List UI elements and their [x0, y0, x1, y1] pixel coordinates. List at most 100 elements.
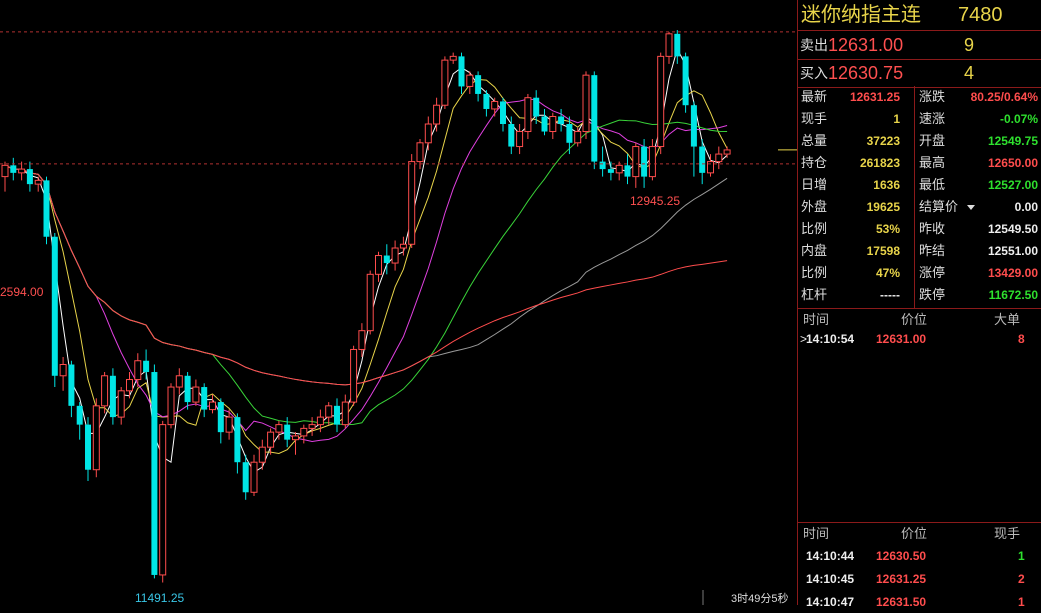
- candle-body[interactable]: [284, 424, 291, 440]
- candle-body[interactable]: [524, 97, 532, 133]
- candle-body[interactable]: [325, 405, 333, 418]
- candle-body[interactable]: [449, 55, 457, 61]
- candlestick-chart[interactable]: 12945.25 2594.00 11491.25 3时49分5秒: [0, 0, 797, 605]
- candle-body[interactable]: [475, 75, 482, 94]
- candle-body[interactable]: [201, 387, 208, 410]
- buy-order-row[interactable]: 买入 12630.75 4: [798, 59, 1041, 88]
- candle-body[interactable]: [26, 169, 33, 185]
- candle-body[interactable]: [665, 33, 673, 57]
- candle-body[interactable]: [134, 360, 142, 381]
- candle-body[interactable]: [34, 179, 42, 185]
- candle-body[interactable]: [341, 401, 349, 426]
- candle-body[interactable]: [234, 417, 241, 463]
- candle-body[interactable]: [109, 375, 116, 418]
- candle-body[interactable]: [275, 424, 283, 433]
- trade-row[interactable]: 14:10:47 12631.50 1: [798, 591, 1041, 613]
- candle-body[interactable]: [51, 236, 58, 376]
- candle-body[interactable]: [441, 59, 449, 106]
- candle-body[interactable]: [641, 146, 648, 177]
- candle-body[interactable]: [558, 116, 565, 125]
- candle-body[interactable]: [500, 101, 506, 125]
- candle-body[interactable]: [632, 146, 640, 178]
- candle-body[interactable]: [607, 169, 614, 173]
- candle-body[interactable]: [723, 149, 731, 155]
- candle-body[interactable]: [491, 100, 499, 110]
- candle-body[interactable]: [582, 74, 590, 133]
- candle-body[interactable]: [117, 390, 125, 418]
- candle-body[interactable]: [433, 104, 441, 125]
- candle-body[interactable]: [508, 124, 515, 147]
- candle-body[interactable]: [10, 165, 17, 173]
- quote-value-left: 261823: [859, 156, 900, 170]
- buy-volume: 4: [964, 63, 975, 83]
- candle-body[interactable]: [533, 97, 540, 117]
- sell-order-row[interactable]: 卖出 12631.00 9: [798, 31, 1041, 60]
- candle-body[interactable]: [466, 74, 474, 87]
- candle-body[interactable]: [167, 386, 175, 426]
- candle-body[interactable]: [715, 153, 723, 163]
- candle-body[interactable]: [574, 131, 582, 144]
- candle-body[interactable]: [690, 105, 697, 147]
- candle-body[interactable]: [1, 164, 9, 178]
- candle-body[interactable]: [416, 142, 424, 163]
- candle-body[interactable]: [458, 56, 465, 87]
- quote-row: 持仓 261823 最高 12650.00: [798, 152, 1041, 174]
- candle-body[interactable]: [657, 55, 665, 148]
- candle-body[interactable]: [292, 435, 299, 441]
- candle-body[interactable]: [76, 405, 83, 425]
- candle-body[interactable]: [225, 416, 233, 433]
- candle-body[interactable]: [68, 364, 75, 406]
- candle-body[interactable]: [250, 461, 258, 493]
- candle-body[interactable]: [408, 161, 416, 245]
- candle-body[interactable]: [267, 431, 275, 448]
- quote-label-left: 内盘: [801, 243, 828, 258]
- candle-body[interactable]: [399, 243, 407, 249]
- candle-body[interactable]: [151, 372, 158, 575]
- candle-body[interactable]: [43, 180, 50, 237]
- candle-body[interactable]: [615, 164, 623, 174]
- big-order-row[interactable]: > 14:10:54 12631.00 8: [798, 328, 1041, 350]
- candle-body[interactable]: [159, 424, 167, 576]
- candle-body[interactable]: [258, 446, 266, 463]
- candle-body[interactable]: [375, 255, 382, 275]
- trade-row[interactable]: 14:10:44 12630.50 1: [798, 545, 1041, 567]
- candle-body[interactable]: [424, 123, 432, 144]
- candle-body[interactable]: [566, 124, 573, 143]
- candle-body[interactable]: [483, 93, 490, 109]
- candle-body[interactable]: [682, 56, 689, 106]
- candle-body[interactable]: [707, 161, 714, 174]
- candle-body[interactable]: [184, 375, 191, 403]
- candle-body[interactable]: [358, 330, 366, 350]
- candle-body[interactable]: [383, 255, 390, 264]
- candle-body[interactable]: [624, 165, 631, 177]
- candle-body[interactable]: [300, 427, 308, 437]
- candle-body[interactable]: [516, 131, 524, 148]
- candle-body[interactable]: [334, 405, 340, 425]
- candle-body[interactable]: [366, 273, 374, 332]
- trade-row[interactable]: 14:10:45 12631.25 2: [798, 568, 1041, 590]
- candle-body[interactable]: [18, 168, 26, 174]
- candle-body[interactable]: [674, 33, 681, 57]
- candle-body[interactable]: [126, 379, 133, 392]
- candle-body[interactable]: [209, 401, 216, 411]
- candle-body[interactable]: [192, 386, 200, 403]
- candle-body[interactable]: [316, 416, 324, 426]
- candle-body[interactable]: [648, 146, 656, 178]
- candle-body[interactable]: [599, 161, 606, 170]
- candle-body[interactable]: [143, 360, 150, 373]
- candle-body[interactable]: [541, 116, 548, 132]
- candle-body[interactable]: [175, 375, 183, 388]
- candle-body[interactable]: [308, 424, 316, 429]
- candle-body[interactable]: [391, 247, 399, 264]
- candle-body[interactable]: [59, 364, 67, 377]
- candle-body[interactable]: [591, 75, 598, 162]
- candle-body[interactable]: [217, 402, 224, 433]
- candle-body[interactable]: [85, 424, 91, 470]
- candle-body[interactable]: [92, 405, 100, 471]
- chevron-down-icon[interactable]: [967, 205, 975, 210]
- candle-body[interactable]: [350, 348, 358, 403]
- candle-body[interactable]: [101, 375, 109, 407]
- candle-body[interactable]: [242, 462, 249, 493]
- candle-body[interactable]: [699, 146, 706, 173]
- candle-body[interactable]: [549, 115, 557, 133]
